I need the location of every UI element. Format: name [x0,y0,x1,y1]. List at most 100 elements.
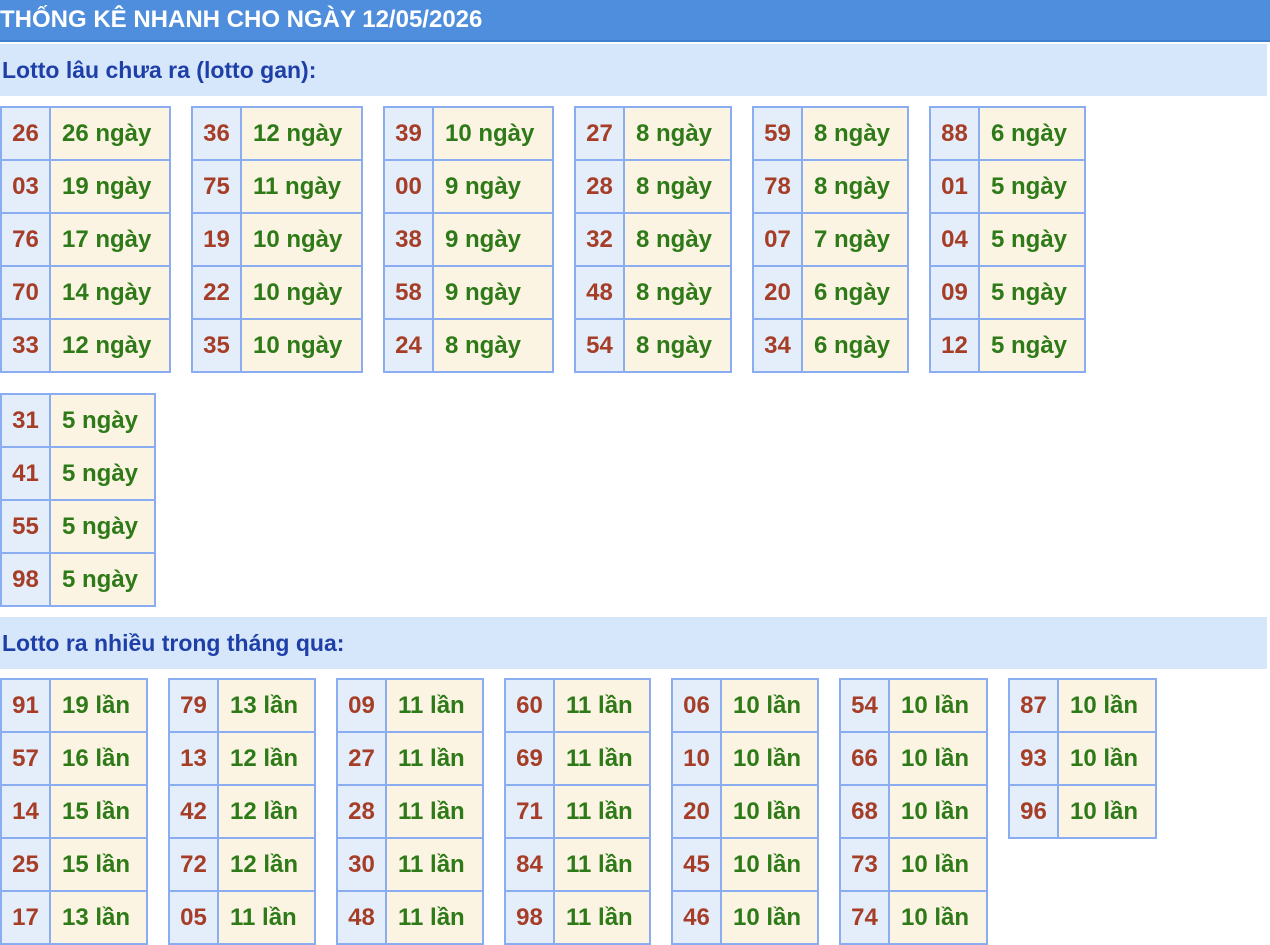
lotto-count: 12 ngày [242,108,361,159]
lotto-count: 15 lần [51,839,146,890]
lotto-count: 10 lần [890,786,986,837]
lotto-number: 54 [841,680,890,731]
lotto-count: 10 ngày [242,267,361,318]
lotto-number: 60 [506,680,555,731]
lotto-count: 11 lần [387,680,482,731]
lotto-count: 8 ngày [625,161,730,212]
lotto-gan-table: 88 6 ngày 01 5 ngày 04 5 ngày 09 5 ngày 12 5 ngày [929,106,1086,373]
lotto-number: 72 [170,839,219,890]
table-row: 91 19 lần [2,680,146,731]
table-row: 54 10 lần [841,680,986,731]
table-row: 09 5 ngày [931,265,1084,318]
lotto-count: 10 lần [1059,680,1155,731]
lotto-number: 27 [338,733,387,784]
table-row: 87 10 lần [1010,680,1155,731]
table-row: 28 11 lần [338,784,482,837]
lotto-number: 41 [2,448,51,499]
lotto-number: 48 [576,267,625,318]
table-row: 41 5 ngày [2,446,154,499]
table-row: 31 5 ngày [2,395,154,446]
lotto-number: 32 [576,214,625,265]
lotto-gan-table: 31 5 ngày 41 5 ngày 55 5 ngày 98 5 ngày [0,393,156,607]
lotto-number: 58 [385,267,434,318]
table-row: 00 9 ngày [385,159,552,212]
page-header: THỐNG KÊ NHANH CHO NGÀY 12/05/2026 [0,0,1270,42]
lotto-count: 13 lần [51,892,146,943]
lotto-number: 54 [576,320,625,371]
lotto-number: 98 [506,892,555,943]
table-row: 20 6 ngày [754,265,907,318]
lotto-number: 07 [754,214,803,265]
lotto-count: 19 ngày [51,161,169,212]
table-row: 98 5 ngày [2,552,154,605]
table-row: 25 15 lần [2,837,146,890]
lotto-count: 11 lần [387,786,482,837]
lotto-count: 12 lần [219,786,314,837]
lotto-number: 03 [2,161,51,212]
lotto-gan-table: 39 10 ngày 00 9 ngày 38 9 ngày 58 9 ngày 24 8 ngà… [383,106,554,373]
lotto-count: 5 ngày [980,161,1084,212]
lotto-number: 24 [385,320,434,371]
lotto-number: 74 [841,892,890,943]
lotto-number: 71 [506,786,555,837]
table-row: 03 19 ngày [2,159,169,212]
lotto-number: 20 [754,267,803,318]
lotto-count: 10 lần [890,733,986,784]
lotto-number: 26 [2,108,51,159]
table-row: 58 9 ngày [385,265,552,318]
lotto-count: 11 lần [555,892,649,943]
lotto-number: 33 [2,320,51,371]
lotto-count: 10 lần [722,680,817,731]
table-row: 34 6 ngày [754,318,907,371]
table-row: 38 9 ngày [385,212,552,265]
table-row: 14 15 lần [2,784,146,837]
lotto-count: 10 lần [1059,733,1155,784]
lotto-number: 00 [385,161,434,212]
table-row: 10 10 lần [673,731,817,784]
lotto-count: 10 lần [890,680,986,731]
lotto-count: 5 ngày [980,214,1084,265]
table-row: 46 10 lần [673,890,817,943]
lotto-number: 04 [931,214,980,265]
table-row: 19 10 ngày [193,212,361,265]
section-title-lotto-nhieu: Lotto ra nhiều trong tháng qua: [0,617,1267,669]
lotto-nhieu-table: 06 10 lần 10 10 lần 20 10 lần 45 10 lần 46 10 lần [671,678,819,945]
lotto-gan-table: 27 8 ngày 28 8 ngày 32 8 ngày 48 8 ngày 54 8 ngày [574,106,732,373]
lotto-count: 13 lần [219,680,314,731]
table-row: 66 10 lần [841,731,986,784]
lotto-count: 5 ngày [51,501,154,552]
lotto-number: 35 [193,320,242,371]
table-row: 22 10 ngày [193,265,361,318]
lotto-number: 38 [385,214,434,265]
lotto-number: 09 [931,267,980,318]
lotto-count: 5 ngày [980,267,1084,318]
table-row: 98 11 lần [506,890,649,943]
table-row: 06 10 lần [673,680,817,731]
lotto-number: 30 [338,839,387,890]
lotto-count: 8 ngày [625,108,730,159]
lotto-nhieu-table: 79 13 lần 13 12 lần 42 12 lần 72 12 lần 05 11 lần [168,678,316,945]
lotto-count: 8 ngày [434,320,552,371]
lotto-number: 93 [1010,733,1059,784]
table-row: 76 17 ngày [2,212,169,265]
lotto-count: 9 ngày [434,214,552,265]
lotto-count: 10 ngày [434,108,552,159]
lotto-nhieu-table: 54 10 lần 66 10 lần 68 10 lần 73 10 lần 74 10 lần [839,678,988,945]
table-row: 45 10 lần [673,837,817,890]
lotto-count: 10 ngày [242,214,361,265]
lotto-count: 5 ngày [980,320,1084,371]
lotto-count: 11 lần [219,892,314,943]
lotto-count: 11 lần [555,733,649,784]
lotto-count: 10 lần [890,892,986,943]
lotto-count: 5 ngày [51,554,154,605]
table-row: 96 10 lần [1010,784,1155,837]
lotto-number: 79 [170,680,219,731]
lotto-count: 10 lần [1059,786,1155,837]
lotto-count: 10 lần [890,839,986,890]
table-row: 30 11 lần [338,837,482,890]
table-row: 71 11 lần [506,784,649,837]
lotto-number: 66 [841,733,890,784]
table-row: 13 12 lần [170,731,314,784]
lotto-count: 10 lần [722,839,817,890]
lotto-number: 57 [2,733,51,784]
